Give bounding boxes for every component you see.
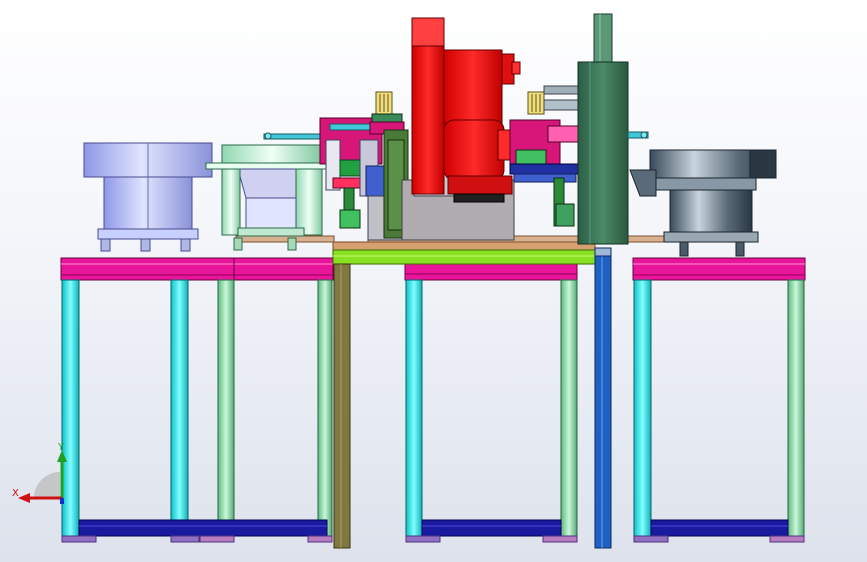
right-pick-and-place-module[interactable] [509, 85, 581, 227]
right-table-top-frame[interactable] [632, 257, 806, 281]
center-workstation-table[interactable] [404, 261, 578, 543]
central-robot-assembly[interactable] [401, 17, 521, 241]
x-axis-label: X [12, 488, 19, 499]
cad-viewport[interactable]: X Y [0, 0, 867, 562]
lime-crossbeam[interactable] [332, 249, 596, 265]
left-vibratory-bowl-feeder[interactable] [83, 142, 213, 252]
y-axis-label: Y [57, 442, 65, 453]
center-table-leg-2[interactable] [560, 279, 578, 539]
tower-pipe[interactable] [593, 13, 613, 65]
machine-assembly-model[interactable] [0, 0, 867, 562]
coordinate-axis-triad: X Y [12, 442, 67, 504]
olive-support-column[interactable] [333, 263, 351, 549]
left-table-leg-3[interactable] [217, 279, 235, 539]
right-table-leg-1[interactable] [633, 279, 652, 539]
right-workstation-table[interactable] [632, 257, 806, 543]
green-vertical-tower[interactable] [577, 13, 649, 245]
blue-support-column[interactable] [594, 247, 612, 549]
robot-red-body[interactable] [443, 49, 503, 125]
left-table-leg-2[interactable] [170, 279, 189, 539]
right-table-leg-2[interactable] [787, 279, 805, 539]
left-table-top-frame[interactable] [60, 257, 334, 281]
center-table-leg-1[interactable] [405, 279, 423, 539]
right-table-base-rail[interactable] [650, 519, 789, 537]
center-table-base-rail[interactable] [421, 519, 562, 537]
left-workstation-table[interactable] [60, 257, 334, 543]
robot-red-motor[interactable] [443, 119, 505, 181]
triad-base-shadow-icon [34, 472, 60, 498]
left-table-base-rail[interactable] [78, 519, 328, 537]
left-table-leg-4[interactable] [317, 279, 333, 539]
left-tan-base-plate[interactable] [235, 235, 335, 243]
center-table-top-frame[interactable] [404, 261, 578, 281]
